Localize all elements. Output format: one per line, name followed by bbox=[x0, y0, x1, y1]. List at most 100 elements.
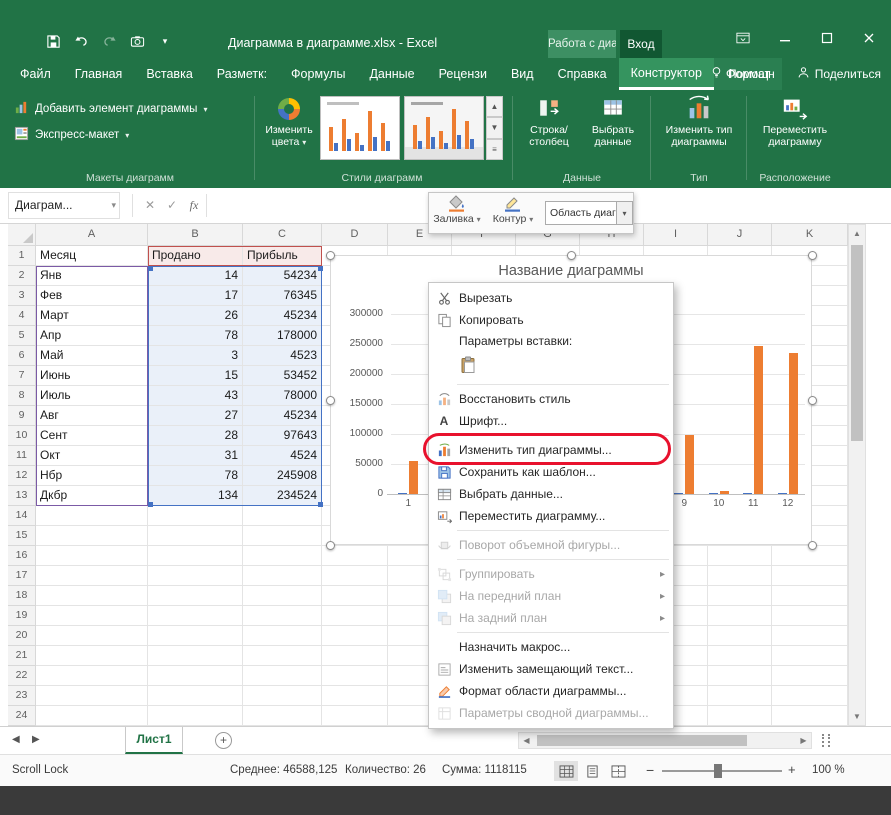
ribbon-tab-review[interactable]: Рецензи bbox=[427, 58, 499, 90]
cell-D19[interactable] bbox=[322, 606, 388, 626]
add-sheet-icon[interactable]: + bbox=[215, 732, 232, 749]
scroll-up-icon[interactable]: ▲ bbox=[849, 225, 865, 242]
zoom-slider[interactable] bbox=[662, 770, 782, 772]
cell-J22[interactable] bbox=[708, 666, 772, 686]
cancel-entry-icon[interactable]: ✕ bbox=[140, 194, 160, 217]
cell-C1[interactable]: Прибыль bbox=[243, 246, 322, 266]
insert-function-icon[interactable]: fx bbox=[184, 194, 204, 217]
page-break-view-icon[interactable] bbox=[606, 761, 630, 781]
normal-view-icon[interactable] bbox=[554, 761, 578, 781]
outline-color-button[interactable]: Контур ▾ bbox=[485, 193, 541, 233]
cell-A4[interactable]: Март bbox=[36, 306, 148, 326]
cell-A24[interactable] bbox=[36, 706, 148, 726]
horizontal-scroll-thumb[interactable] bbox=[537, 735, 747, 746]
selection-handle[interactable] bbox=[326, 541, 335, 550]
row-header-18[interactable]: 18 bbox=[8, 586, 36, 606]
customize-qat-icon[interactable]: ▾ bbox=[156, 32, 174, 50]
scroll-right-icon[interactable]: ▶ bbox=[796, 733, 811, 748]
column-header-A[interactable]: A bbox=[36, 224, 148, 246]
gallery-up-icon[interactable]: ▲ bbox=[486, 96, 503, 117]
cell-D18[interactable] bbox=[322, 586, 388, 606]
cell-B21[interactable] bbox=[148, 646, 243, 666]
bar-prodano-1[interactable] bbox=[398, 493, 407, 495]
cell-B8[interactable]: 43 bbox=[148, 386, 243, 406]
row-header-11[interactable]: 11 bbox=[8, 446, 36, 466]
quick-layout-button[interactable]: Экспресс-макет▾ bbox=[14, 124, 129, 146]
menu-item-save-template[interactable]: Сохранить как шаблон... bbox=[429, 461, 673, 483]
cell-B14[interactable] bbox=[148, 506, 243, 526]
cell-K19[interactable] bbox=[772, 606, 848, 626]
zoom-in-icon[interactable]: + bbox=[788, 762, 796, 777]
cell-B16[interactable] bbox=[148, 546, 243, 566]
cell-J20[interactable] bbox=[708, 626, 772, 646]
menu-item-change-chart-type[interactable]: Изменить тип диаграммы... bbox=[429, 439, 673, 461]
row-header-21[interactable]: 21 bbox=[8, 646, 36, 666]
cell-A23[interactable] bbox=[36, 686, 148, 706]
cell-D22[interactable] bbox=[322, 666, 388, 686]
help-assistant-tab[interactable]: Помощн bbox=[710, 66, 775, 82]
fill-color-button[interactable]: Заливка ▾ bbox=[429, 193, 485, 233]
cell-A22[interactable] bbox=[36, 666, 148, 686]
vertical-scroll-thumb[interactable] bbox=[851, 245, 863, 441]
menu-item-reset-style[interactable]: Восстановить стиль bbox=[429, 388, 673, 410]
cell-C2[interactable]: 54234 bbox=[243, 266, 322, 286]
cell-B15[interactable] bbox=[148, 526, 243, 546]
cell-C9[interactable]: 45234 bbox=[243, 406, 322, 426]
cell-K22[interactable] bbox=[772, 666, 848, 686]
chevron-down-icon[interactable]: ▾ bbox=[616, 202, 632, 224]
ribbon-display-options-icon[interactable] bbox=[735, 30, 751, 46]
cell-C6[interactable]: 4523 bbox=[243, 346, 322, 366]
row-header-24[interactable]: 24 bbox=[8, 706, 36, 726]
selection-handle[interactable] bbox=[808, 541, 817, 550]
menu-item-assign-macro[interactable]: Назначить макрос... bbox=[429, 636, 673, 658]
cell-D24[interactable] bbox=[322, 706, 388, 726]
cell-B20[interactable] bbox=[148, 626, 243, 646]
sign-in-button[interactable]: Вход bbox=[620, 30, 662, 58]
cell-A18[interactable] bbox=[36, 586, 148, 606]
column-header-I[interactable]: I bbox=[644, 224, 708, 246]
add-chart-element-button[interactable]: Добавить элемент диаграммы▾ bbox=[14, 98, 207, 120]
cell-B10[interactable]: 28 bbox=[148, 426, 243, 446]
row-header-12[interactable]: 12 bbox=[8, 466, 36, 486]
cell-K18[interactable] bbox=[772, 586, 848, 606]
cell-C14[interactable] bbox=[243, 506, 322, 526]
cell-B7[interactable]: 15 bbox=[148, 366, 243, 386]
cell-B1[interactable]: Продано bbox=[148, 246, 243, 266]
cell-K20[interactable] bbox=[772, 626, 848, 646]
bar-prodano-11[interactable] bbox=[743, 493, 752, 495]
change-chart-type-button[interactable]: Изменить тип диаграммы bbox=[658, 94, 740, 148]
undo-icon[interactable] bbox=[72, 32, 90, 50]
cell-C17[interactable] bbox=[243, 566, 322, 586]
gallery-more-icon[interactable]: ≡ bbox=[486, 139, 503, 160]
row-header-14[interactable]: 14 bbox=[8, 506, 36, 526]
cell-K21[interactable] bbox=[772, 646, 848, 666]
cell-A6[interactable]: Май bbox=[36, 346, 148, 366]
cell-K23[interactable] bbox=[772, 686, 848, 706]
row-header-20[interactable]: 20 bbox=[8, 626, 36, 646]
confirm-entry-icon[interactable]: ✓ bbox=[162, 194, 182, 217]
cell-A15[interactable] bbox=[36, 526, 148, 546]
row-header-3[interactable]: 3 bbox=[8, 286, 36, 306]
menu-item-font[interactable]: AШрифт... bbox=[429, 410, 673, 432]
selection-handle[interactable] bbox=[808, 251, 817, 260]
menu-item-copy[interactable]: Копировать bbox=[429, 309, 673, 331]
cell-B4[interactable]: 26 bbox=[148, 306, 243, 326]
cell-C4[interactable]: 45234 bbox=[243, 306, 322, 326]
cell-K24[interactable] bbox=[772, 706, 848, 726]
camera-icon[interactable] bbox=[128, 32, 146, 50]
bar-pribyl-1[interactable] bbox=[409, 461, 418, 494]
cell-C11[interactable]: 4524 bbox=[243, 446, 322, 466]
ribbon-tab-design[interactable]: Конструктор bbox=[619, 58, 714, 90]
chart-style-thumbnail-1[interactable] bbox=[320, 96, 400, 160]
cell-C23[interactable] bbox=[243, 686, 322, 706]
menu-item-paste-option[interactable] bbox=[429, 351, 673, 381]
ribbon-tab-formulas[interactable]: Формулы bbox=[279, 58, 357, 90]
row-header-5[interactable]: 5 bbox=[8, 326, 36, 346]
cell-B18[interactable] bbox=[148, 586, 243, 606]
cell-B17[interactable] bbox=[148, 566, 243, 586]
select-data-button[interactable]: Выбрать данные bbox=[582, 94, 644, 148]
row-header-8[interactable]: 8 bbox=[8, 386, 36, 406]
cell-B22[interactable] bbox=[148, 666, 243, 686]
ribbon-tab-layout[interactable]: Разметк: bbox=[205, 58, 279, 90]
cell-B11[interactable]: 31 bbox=[148, 446, 243, 466]
